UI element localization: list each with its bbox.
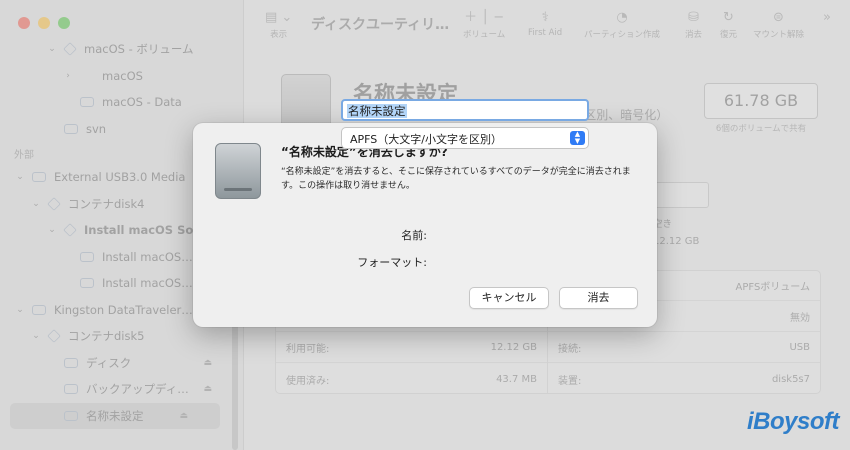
select-updown-icon: ▲ ▼ [570, 131, 585, 145]
format-select-value: APFS（大文字/小文字を区別） [350, 133, 502, 146]
name-input-value: 名称未設定 [347, 104, 407, 118]
cancel-button[interactable]: キャンセル [469, 287, 549, 309]
iboysoft-watermark: iBoysoft [747, 408, 840, 435]
external-drive-icon [215, 143, 261, 199]
name-input[interactable]: 名称未設定 [341, 99, 589, 121]
dialog-message: “名称未設定”を消去すると、そこに保存されているすべてのデータが完全に消去されま… [281, 167, 631, 191]
format-select[interactable]: APFS（大文字/小文字を区別） ▲ ▼ [341, 127, 589, 149]
erase-button[interactable]: 消去 [559, 287, 638, 309]
disk-utility-window: ⌄ macOS - ボリューム › macOS macOS - Data svn 外部 ⌄ Ex… [0, 0, 850, 450]
format-label: フォーマット: [357, 256, 427, 269]
name-label: 名前: [401, 229, 427, 242]
